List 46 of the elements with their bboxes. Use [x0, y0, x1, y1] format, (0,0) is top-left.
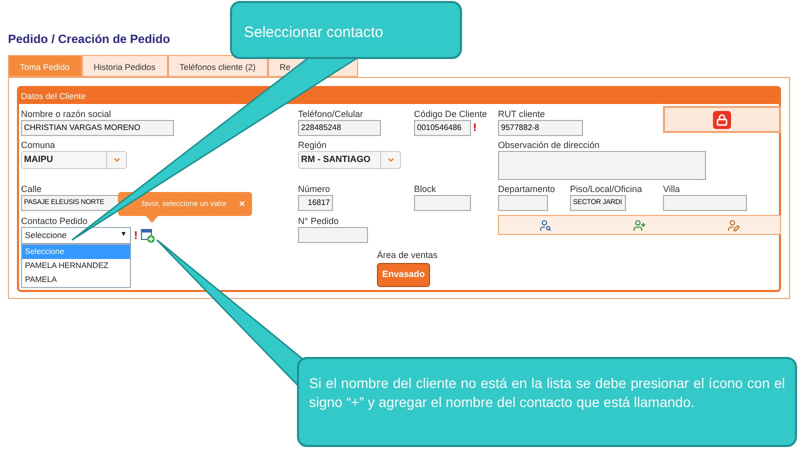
field-label: Villa: [663, 183, 680, 195]
field-label: Región: [298, 139, 327, 151]
user-edit-icon[interactable]: [726, 218, 740, 232]
select-field[interactable]: MAIPU: [21, 151, 127, 169]
field-label: Observación de dirección: [498, 139, 600, 151]
field-label: Teléfono/Celular: [298, 108, 364, 120]
add-contact-icon[interactable]: [140, 228, 155, 242]
tab[interactable]: Teléfonos cliente (2): [168, 55, 268, 77]
input-field[interactable]: 228485248: [298, 120, 381, 136]
field-label: RUT cliente: [498, 108, 545, 120]
input-field[interactable]: 9577882-8: [498, 120, 583, 136]
field-label: Número: [298, 183, 330, 195]
input-field[interactable]: [298, 227, 368, 243]
field-label: Área de ventas: [377, 249, 438, 261]
field-label: Block: [414, 183, 436, 195]
user-search-icon[interactable]: [539, 218, 552, 232]
lock-button[interactable]: [663, 106, 781, 133]
callout-text: Seleccionar contacto: [244, 24, 384, 41]
input-field[interactable]: [498, 195, 548, 211]
lock-icon: [713, 110, 731, 128]
error-mark: !: [473, 121, 477, 135]
select-field[interactable]: RM - SANTIAGO: [298, 151, 401, 169]
field-label: Contacto Pedido: [21, 215, 88, 227]
dropdown-option[interactable]: PAMELA: [22, 273, 130, 287]
input-field[interactable]: [414, 195, 471, 211]
error-mark: !: [134, 228, 138, 242]
input-field[interactable]: CHRISTIAN VARGAS MORENO: [21, 120, 174, 136]
field-label: Calle: [21, 183, 42, 195]
field-label: N° Pedido: [298, 215, 339, 227]
caret-icon: [386, 156, 394, 164]
field-label: Comuna: [21, 139, 56, 151]
field-label: Código De Cliente: [414, 108, 488, 120]
input-field[interactable]: [663, 195, 747, 211]
field-label: Piso/Local/Oficina: [570, 183, 642, 195]
input-field[interactable]: 16817: [298, 195, 333, 211]
caret-icon: [112, 156, 120, 164]
dropdown-option[interactable]: PAMELA HERNANDEZ: [22, 259, 130, 273]
tab[interactable]: Historia Pedidos: [82, 55, 168, 77]
page-title: Pedido / Creación de Pedido: [8, 32, 170, 46]
user-add-icon[interactable]: [632, 218, 646, 232]
field-label: Nombre o razón social: [21, 108, 112, 120]
textarea-field[interactable]: [498, 151, 706, 180]
input-field[interactable]: 0010546486: [414, 120, 471, 136]
section-header: Datos del Cliente: [19, 88, 779, 104]
callout-text: Si el nombre del cliente no está en la lista se debe presionar el ícono con el signo “+” y agregar el nombre del contacto que está llamando.: [309, 374, 785, 412]
field-label: Departamento: [498, 183, 556, 195]
